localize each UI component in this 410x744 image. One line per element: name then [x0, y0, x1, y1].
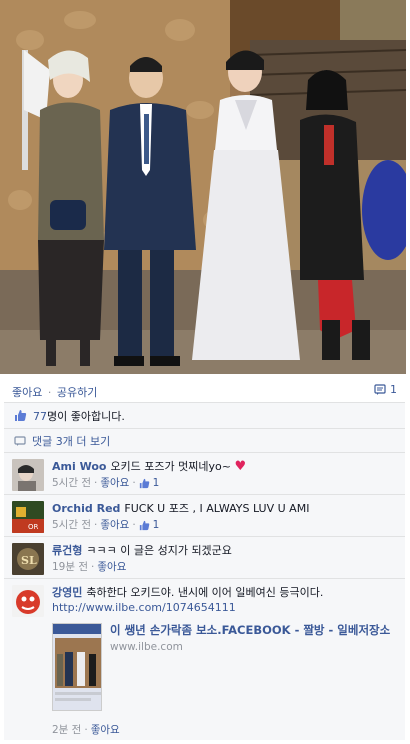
avatar[interactable]: [12, 459, 44, 491]
comment-icon: [374, 383, 386, 395]
thumbs-up-icon: [15, 410, 27, 421]
comment-like-link[interactable]: 좋아요: [91, 723, 120, 738]
comment-like-count[interactable]: 1: [153, 518, 160, 533]
comment-count-value: 1: [390, 383, 397, 396]
comment-like-link[interactable]: 좋아요: [100, 476, 129, 491]
comment-item: Ami Woo 오키드 포즈가 멋찌네yo~ ♥ 5시간 전 · 좋아요 · 1: [4, 452, 405, 494]
feedback-panel: 좋아요 · 공유하기 1 77명이 좋아합니다. 댓글 3개 더 보기 Ami …: [4, 376, 405, 740]
view-more-comments-label[interactable]: 댓글 3개 더 보기: [32, 433, 110, 449]
comment-like-link[interactable]: 좋아요: [100, 518, 129, 533]
link-preview-thumbnail[interactable]: [52, 623, 102, 711]
share-link[interactable]: 공유하기: [57, 386, 97, 399]
comment-count[interactable]: 1: [374, 383, 397, 396]
like-link[interactable]: 좋아요: [12, 386, 42, 399]
comment-text: 축하한다 오키드야. 낸시에 이어 일베여신 등극이다.: [86, 586, 324, 599]
comment-text: ㅋㅋㅋ 이 글은 성지가 되겠군요: [86, 544, 232, 557]
comment-bubble-icon: [14, 435, 26, 446]
heart-icon: ♥: [234, 459, 247, 474]
likes-row: 77명이 좋아합니다.: [4, 402, 405, 428]
comment-text: FUCK U 포즈 , I ALWAYS LUV U AMI: [124, 502, 310, 515]
separator: ·: [47, 386, 52, 399]
comment-time[interactable]: 2분 전: [52, 723, 81, 738]
link-preview-domain: www.ilbe.com: [110, 641, 183, 653]
avatar[interactable]: SL: [12, 543, 44, 575]
link-preview-title[interactable]: 이 쌩년 손가락좀 보소.FACEBOOK - 짤방 - 일베저장소: [110, 623, 397, 637]
comment-like-count[interactable]: 1: [153, 476, 160, 491]
comment-author[interactable]: 류건형: [52, 544, 82, 557]
likes-text: 명이 좋아합니다.: [47, 409, 125, 423]
comment-time[interactable]: 5시간 전: [52, 476, 91, 491]
likes-count-link[interactable]: 77: [33, 410, 47, 423]
thumbs-up-icon: [139, 520, 149, 531]
comment-url-link[interactable]: http://www.ilbe.com/1074654111: [52, 601, 236, 614]
avatar[interactable]: [12, 585, 44, 617]
comment-author[interactable]: Orchid Red: [52, 502, 120, 515]
avatar[interactable]: OR: [12, 501, 44, 533]
comment-item: SL 류건형 ㅋㅋㅋ 이 글은 성지가 되겠군요 19분 전 · 좋아요: [4, 536, 405, 578]
comment-item: 강영민 축하한다 오키드야. 낸시에 이어 일베여신 등극이다. http://w…: [4, 578, 405, 740]
comment-text: 오키드 포즈가 멋찌네yo~: [110, 460, 231, 473]
view-more-comments[interactable]: 댓글 3개 더 보기: [4, 428, 405, 452]
thumbs-up-icon: [139, 478, 149, 489]
comment-time[interactable]: 5시간 전: [52, 518, 91, 533]
comment-time[interactable]: 19분 전: [52, 560, 88, 575]
comment-like-link[interactable]: 좋아요: [97, 560, 126, 575]
avatar-text: SL: [21, 554, 37, 567]
action-bar: 좋아요 · 공유하기 1: [4, 376, 405, 402]
comment-author[interactable]: 강영민: [52, 586, 82, 599]
post-photo[interactable]: [0, 0, 406, 374]
comment-item: OR Orchid Red FUCK U 포즈 , I ALWAYS LUV U …: [4, 494, 405, 536]
link-preview[interactable]: 이 쌩년 손가락좀 보소.FACEBOOK - 짤방 - 일베저장소 www.i…: [52, 623, 397, 711]
comment-author[interactable]: Ami Woo: [52, 460, 106, 473]
svg-text:OR: OR: [28, 523, 39, 531]
